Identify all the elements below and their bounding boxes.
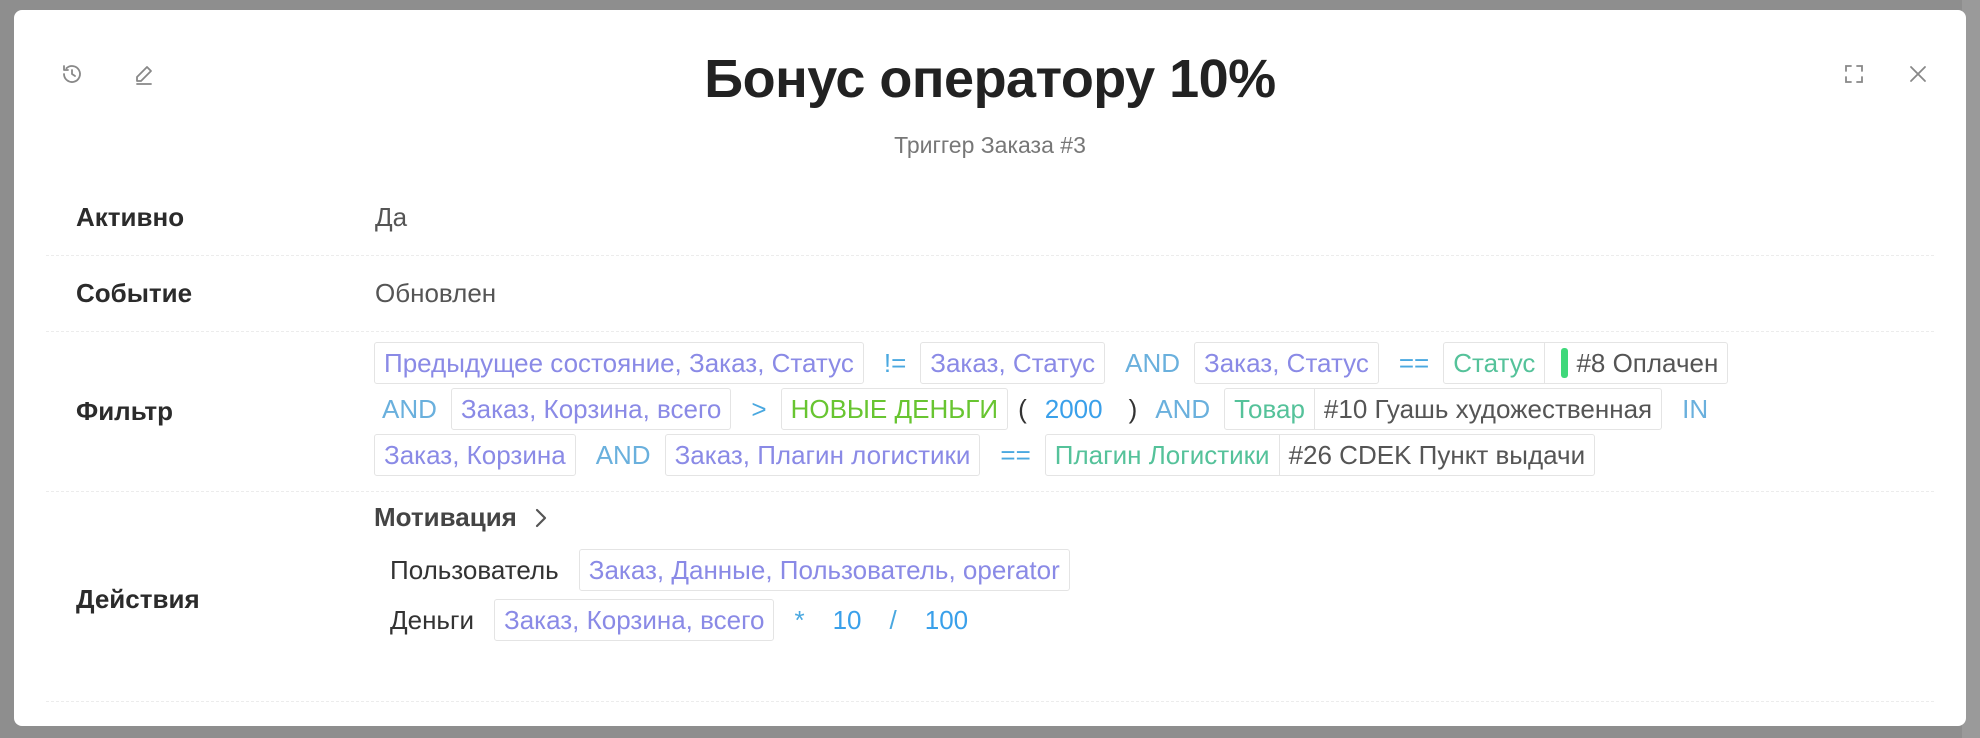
filter-label: Фильтр — [76, 396, 174, 426]
operator-and: AND — [382, 393, 437, 424]
field-chip[interactable]: Предыдущее состояние, Заказ, Статус — [374, 342, 864, 384]
entity-type: Статус — [1444, 343, 1546, 383]
event-row: Событие Обновлен — [46, 256, 1934, 332]
filter-line-3: Заказ, Корзина AND Заказ, Плагин логисти… — [374, 432, 1874, 478]
action-group-toggle[interactable]: Мотивация — [374, 502, 1076, 533]
entity-type: Товар — [1225, 389, 1315, 429]
paren-open: ( — [1018, 393, 1027, 424]
operator-and: AND — [595, 439, 651, 470]
entity-value: #10 Гуашь художественная — [1323, 393, 1653, 424]
operator-and: AND — [1125, 347, 1181, 378]
status-color-marker — [1561, 348, 1569, 378]
operator-equal: == — [1000, 439, 1031, 470]
active-row: Активно Да — [46, 182, 1934, 256]
filter-expression: Предыдущее состояние, Заказ, Статус != З… — [374, 340, 1874, 478]
action-group-title: Мотивация — [374, 502, 517, 532]
entity-chip-status[interactable]: Статус #8 Оплачен — [1443, 342, 1729, 384]
filter-row: Фильтр Предыдущее состояние, Заказ, Стат… — [46, 332, 1934, 492]
operator-and: AND — [1155, 393, 1211, 424]
param-user: Пользователь Заказ, Данные, Пользователь… — [390, 545, 1076, 595]
number-value: 2000 — [1044, 393, 1103, 424]
page-title: Бонус оператору 10% — [704, 49, 1276, 109]
paren-close: ) — [1128, 393, 1138, 424]
money-chip[interactable]: НОВЫЕ ДЕНЬГИ — [780, 388, 1009, 430]
field-chip[interactable]: Заказ, Плагин логистики — [664, 434, 981, 476]
operator-greater: > — [751, 393, 767, 424]
operator-multiply: * — [794, 604, 805, 635]
entity-chip-logistics[interactable]: Плагин Логистики #26 CDEK Пункт выдачи — [1044, 434, 1596, 476]
param-name: Пользователь — [390, 554, 559, 585]
operator-not-equal: != — [883, 347, 907, 378]
event-label: Событие — [76, 278, 193, 308]
param-name: Деньги — [390, 604, 474, 635]
event-value: Обновлен — [375, 278, 497, 308]
field-chip[interactable]: Заказ, Статус — [1194, 342, 1379, 384]
number-value: 10 — [832, 604, 862, 635]
entity-chip-product[interactable]: Товар #10 Гуашь художественная — [1224, 388, 1663, 430]
actions-row: Действия Мотивация Пользователь Заказ, Д… — [46, 492, 1934, 702]
action-group: Мотивация Пользователь Заказ, Данные, По… — [374, 502, 1076, 645]
active-label: Активно — [76, 202, 185, 232]
entity-type: Плагин Логистики — [1046, 435, 1280, 475]
entity-value-text: #8 Оплачен — [1576, 347, 1719, 378]
trigger-modal: Бонус оператору 10% Триггер Заказа #3 Ак… — [14, 10, 1966, 726]
field-chip[interactable]: Заказ, Корзина, всего — [493, 599, 775, 641]
field-chip[interactable]: Заказ, Статус — [920, 342, 1106, 384]
page-subtitle: Триггер Заказа #3 — [894, 132, 1086, 158]
entity-value: #26 CDEK Пункт выдачи — [1288, 439, 1586, 470]
param-money: Деньги Заказ, Корзина, всего * 10 / 100 — [390, 595, 1076, 645]
operator-in: IN — [1682, 393, 1709, 424]
number-value: 100 — [924, 604, 969, 635]
field-chip[interactable]: Заказ, Корзина, всего — [450, 388, 732, 430]
entity-value: #8 Оплачен — [1545, 343, 1727, 383]
operator-equal: == — [1398, 347, 1430, 378]
actions-label: Действия — [76, 584, 200, 614]
field-chip[interactable]: Заказ, Корзина — [374, 434, 576, 476]
chevron-right-icon — [531, 506, 551, 530]
filter-line-2: AND Заказ, Корзина, всего > НОВЫЕ ДЕНЬГИ… — [374, 386, 1874, 432]
operator-divide: / — [889, 604, 897, 635]
field-chip[interactable]: Заказ, Данные, Пользователь, operator — [578, 549, 1070, 591]
active-value: Да — [375, 202, 408, 232]
filter-line-1: Предыдущее состояние, Заказ, Статус != З… — [374, 340, 1874, 386]
